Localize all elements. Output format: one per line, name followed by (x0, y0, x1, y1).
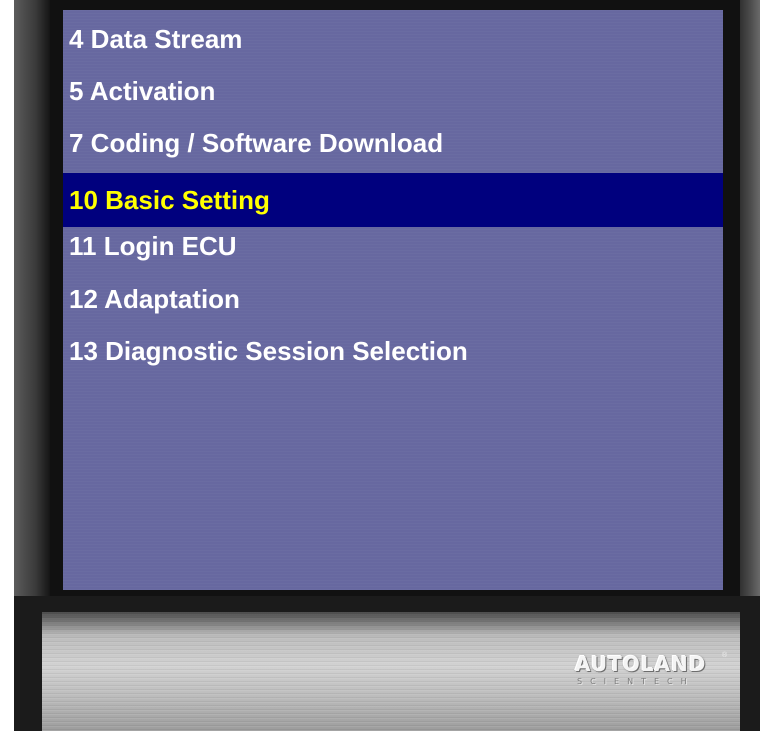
device-screen: 4 Data Stream 5 Activation 7 Coding / So… (63, 10, 723, 590)
menu-item-activation[interactable]: 5 Activation (63, 64, 723, 118)
silver-panel-shadow (42, 612, 740, 634)
menu-item-login-ecu[interactable]: 11 Login ECU (63, 219, 723, 273)
brand-name: AUTOLAND (575, 652, 707, 676)
menu-item-coding-software-download[interactable]: 7 Coding / Software Download (63, 116, 723, 170)
menu-item-data-stream[interactable]: 4 Data Stream (63, 12, 723, 66)
registered-mark: ® (722, 652, 728, 659)
menu-item-adaptation[interactable]: 12 Adaptation (63, 272, 723, 326)
menu-item-diagnostic-session-selection[interactable]: 13 Diagnostic Session Selection (63, 324, 723, 378)
autoland-logo: AUTOLAND ® SCIENTECH (575, 652, 728, 700)
brand-subtitle: SCIENTECH (577, 677, 695, 686)
device-left-bezel (14, 0, 50, 596)
